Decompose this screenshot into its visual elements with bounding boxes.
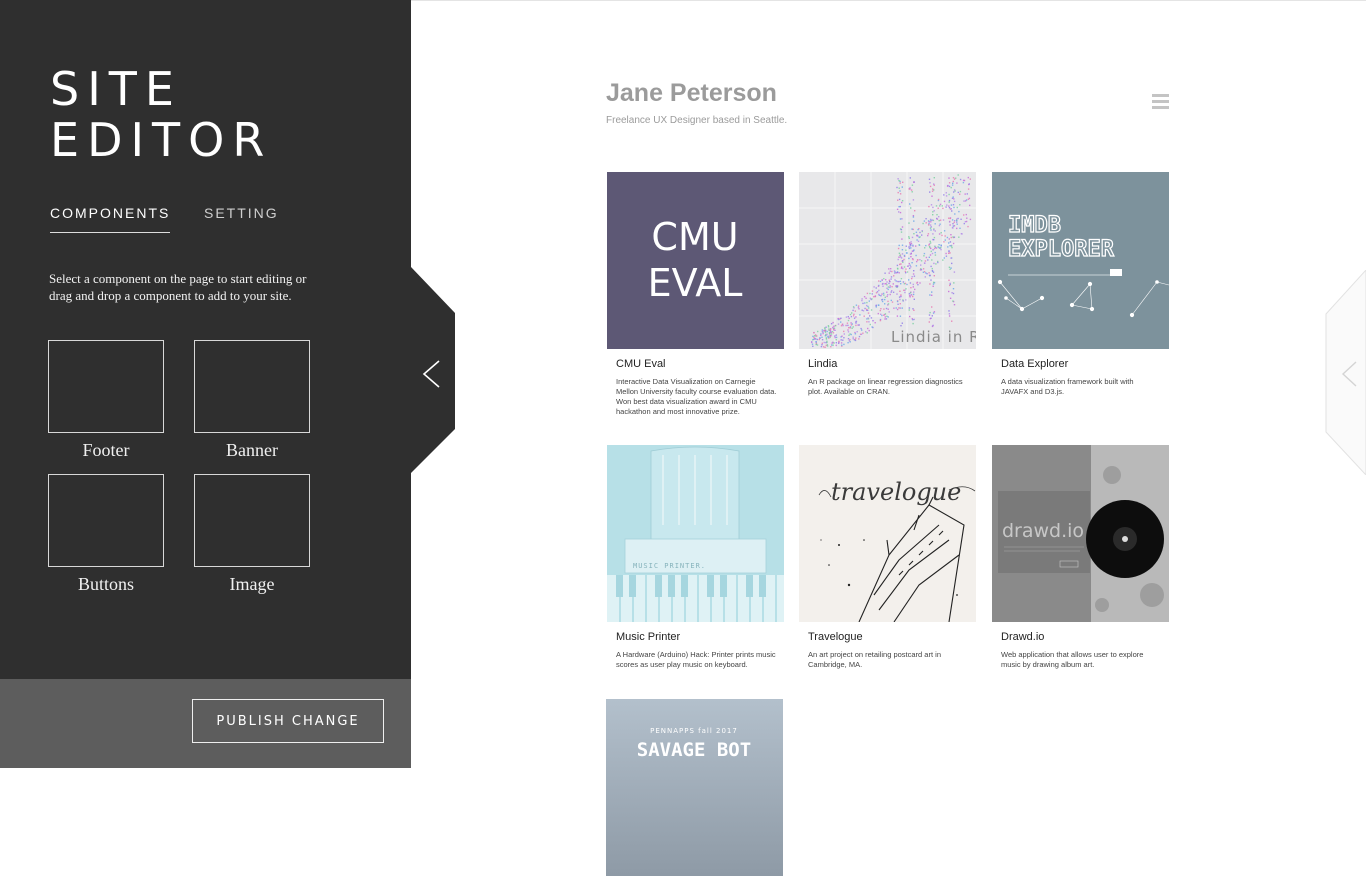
project-thumbnail: travelogue [799,445,976,622]
component-image-label: Image [229,574,275,594]
component-banner[interactable]: Banner [194,340,310,461]
component-footer-preview [48,340,164,433]
editor-instructions: Select a component on the page to start … [49,271,307,303]
publish-change-button[interactable]: PUBLISH CHANGE [192,699,384,743]
editor-title: SITE EDITOR [50,64,272,166]
editor-title-line1: SITE [50,62,182,116]
project-title: Lindia [808,358,838,370]
project-card[interactable]: travelogue Travelogue An art project on … [799,445,977,670]
project-card[interactable]: CMU EVAL CMU Eval Interactive Data Visua… [607,172,785,417]
component-image[interactable]: Image [194,474,310,595]
site-owner-name[interactable]: Jane Peterson [606,79,777,108]
project-description: An art project on retailing postcard art… [808,650,941,669]
project-title: Data Explorer [1001,358,1069,370]
thumb-text: PENNAPPS fall 2017 [650,727,738,735]
project-description: A data visualization framework built wit… [1001,377,1134,396]
project-card[interactable]: PENNAPPS fall 2017 SAVAGE BOT [606,699,784,876]
project-description: An R package on linear regression diagno… [808,377,963,396]
thumb-text: EVAL [648,261,743,305]
project-thumbnail: CMU EVAL [607,172,784,349]
publish-bar: PUBLISH CHANGE [0,679,411,768]
project-title: Music Printer [616,631,681,643]
project-description: Web application that allows user to expl… [1001,650,1144,669]
component-banner-preview [194,340,310,433]
project-card[interactable]: Lindia in R Lindia An R package on linea… [799,172,977,397]
tab-components[interactable]: COMPONENTS [50,205,170,221]
component-buttons[interactable]: Buttons [48,474,164,595]
thumb-text: SAVAGE BOT [637,739,751,761]
thumb-text: IMDB [1008,213,1061,238]
project-thumbnail: MUSIC PRINTER. [607,445,784,622]
project-title: Travelogue [808,631,863,643]
project-thumbnail: drawd.io [992,445,1169,622]
project-title: CMU Eval [616,358,666,370]
project-description: A Hardware (Arduino) Hack: Printer print… [616,650,776,669]
thumb-text: drawd.io [1002,520,1084,542]
component-footer[interactable]: Footer [48,340,164,461]
component-buttons-label: Buttons [77,574,134,594]
site-preview: Jane Peterson Freelance UX Designer base… [411,0,1366,876]
tab-setting[interactable]: SETTING [204,205,279,221]
hamburger-menu-icon[interactable] [1152,94,1169,109]
active-tab-indicator [50,232,170,233]
component-banner-label: Banner [226,440,278,460]
project-thumbnail: PENNAPPS fall 2017 SAVAGE BOT [606,699,783,876]
thumb-text: Lindia in R [891,328,976,346]
project-thumbnail: IMDB EXPLORER [992,172,1169,349]
project-description: Interactive Data Visualization on Carneg… [616,377,777,416]
project-title: Drawd.io [1001,631,1045,643]
component-footer-label: Footer [82,440,130,460]
site-tagline[interactable]: Freelance UX Designer based in Seattle. [606,115,787,126]
component-image-preview [194,474,310,567]
expand-right-panel-tab[interactable] [1322,269,1366,476]
editor-title-line2: EDITOR [50,113,273,167]
project-card[interactable]: MUSIC PRINTER. Music Printer A Hardware … [607,445,785,670]
thumb-text: MUSIC PRINTER. [633,562,706,570]
thumb-text: CMU [651,215,738,259]
project-card[interactable]: drawd.io Drawd.io Web application that a… [992,445,1170,670]
project-thumbnail: Lindia in R [799,172,976,349]
thumb-text: EXPLORER [1008,237,1115,262]
project-card[interactable]: IMDB EXPLORER Data Explorer A data visua… [992,172,1170,397]
component-buttons-preview [48,474,164,567]
thumb-text: travelogue [831,478,961,506]
editor-sidebar: SITE EDITOR COMPONENTS SETTING Select a … [0,0,411,768]
